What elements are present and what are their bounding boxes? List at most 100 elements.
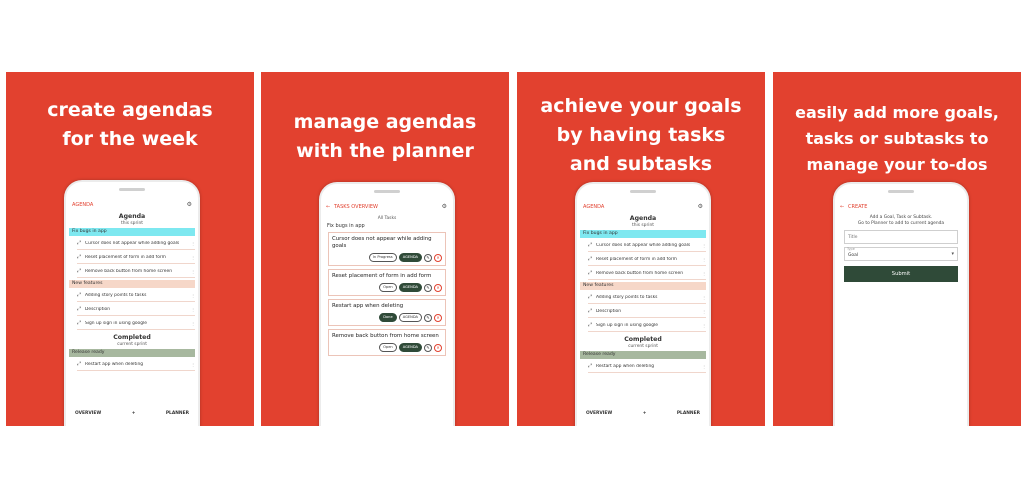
section-header[interactable]: Fix bugs in app — [580, 230, 706, 238]
group-label: Fix bugs in app — [327, 223, 365, 229]
task-card[interactable]: Reset placement of form in add form Open… — [328, 269, 446, 296]
agenda-title: Agenda — [629, 215, 657, 222]
type-value: Goal — [848, 253, 858, 258]
status-pill[interactable]: Done — [379, 313, 397, 322]
task-row[interactable]: ⤢ Reset placement of form in add form ⋮ — [77, 251, 195, 264]
drag-handle-icon[interactable]: ⋮ — [185, 321, 195, 326]
drag-handle-icon[interactable]: ⋮ — [185, 255, 195, 260]
task-row[interactable]: ⤢ Remove back button from home screen ⋮ — [588, 267, 706, 280]
nav-overview[interactable]: OVERVIEW — [75, 411, 101, 416]
drag-handle-icon[interactable]: ⋮ — [696, 364, 706, 369]
task-card[interactable]: Restart app when deleting Done AGENDA ✎ … — [328, 299, 446, 326]
screen-title: AGENDA — [72, 202, 94, 208]
task-row[interactable]: ⤢ Cursor does not appear while adding goa… — [77, 237, 195, 250]
section-header[interactable]: Release ready — [580, 351, 706, 359]
task-row[interactable]: ⤢ Remove back button from home screen ⋮ — [77, 265, 195, 278]
expand-icon[interactable]: ⤢ — [77, 268, 85, 274]
task-row[interactable]: ⤢ Description ⋮ — [588, 305, 706, 318]
section-header[interactable]: Release ready — [69, 349, 195, 357]
settings-icon[interactable]: ⚙ — [442, 203, 447, 210]
drag-handle-icon[interactable]: ⋮ — [185, 362, 195, 367]
task-row[interactable]: ⤢ Adding story points to tasks ⋮ — [588, 291, 706, 304]
drag-handle-icon[interactable]: ⋮ — [696, 243, 706, 248]
status-pill[interactable]: Open — [379, 343, 397, 352]
drag-handle-icon[interactable]: ⋮ — [696, 271, 706, 276]
edit-icon[interactable]: ✎ — [424, 253, 432, 262]
delete-icon[interactable]: ✕ — [434, 313, 442, 322]
drag-handle-icon[interactable]: ⋮ — [185, 293, 195, 298]
screen-title: AGENDA — [583, 204, 605, 210]
drag-handle-icon[interactable]: ⋮ — [185, 269, 195, 274]
expand-icon[interactable]: ⤢ — [588, 308, 596, 314]
drag-handle-icon[interactable]: ⋮ — [696, 323, 706, 328]
settings-icon[interactable]: ⚙ — [187, 201, 192, 208]
edit-icon[interactable]: ✎ — [424, 313, 432, 322]
delete-icon[interactable]: ✕ — [434, 283, 442, 292]
type-select[interactable]: Type Goal ▾ — [844, 247, 958, 261]
expand-icon[interactable]: ⤢ — [77, 240, 85, 246]
expand-icon[interactable]: ⤢ — [588, 256, 596, 262]
agenda-button[interactable]: AGENDA — [398, 283, 422, 292]
back-icon[interactable]: ← — [326, 204, 330, 210]
delete-icon[interactable]: ✕ — [434, 343, 442, 352]
headline-line: easily add more goals, — [795, 103, 999, 122]
nav-planner[interactable]: PLANNER — [166, 411, 189, 416]
drag-handle-icon[interactable]: ⋮ — [185, 307, 195, 312]
settings-icon[interactable]: ⚙ — [698, 203, 703, 210]
task-label: Sign up sign in using google — [596, 322, 658, 328]
drag-handle-icon[interactable]: ⋮ — [696, 295, 706, 300]
topbar: AGENDA ⚙ — [580, 200, 706, 214]
nav-add-button[interactable]: + — [132, 411, 136, 416]
agenda-button[interactable]: AGENDA — [398, 253, 422, 262]
task-row[interactable]: ⤢ Description ⋮ — [77, 303, 195, 316]
task-label: Description — [596, 308, 622, 314]
task-row[interactable]: ⤢ Reset placement of form in add form ⋮ — [588, 253, 706, 266]
expand-icon[interactable]: ⤢ — [588, 270, 596, 276]
headline-line: by having tasks — [556, 124, 726, 146]
tasks-overview-screen: TASKS OVERVIEW ← ⚙ All Tasks Fix bugs in… — [324, 200, 450, 426]
section-header[interactable]: New features — [580, 282, 706, 290]
expand-icon[interactable]: ⤢ — [588, 242, 596, 248]
expand-icon[interactable]: ⤢ — [77, 306, 85, 312]
drag-handle-icon[interactable]: ⋮ — [185, 241, 195, 246]
nav-overview[interactable]: OVERVIEW — [586, 411, 612, 416]
title-input[interactable]: Title — [844, 230, 958, 244]
status-pill[interactable]: Open — [379, 283, 397, 292]
headline-line: and subtasks — [569, 153, 713, 175]
headline-line: manage agendas — [293, 111, 477, 133]
expand-icon[interactable]: ⤢ — [588, 363, 596, 369]
section-header[interactable]: Fix bugs in app — [69, 228, 195, 236]
expand-icon[interactable]: ⤢ — [588, 294, 596, 300]
drag-handle-icon[interactable]: ⋮ — [696, 257, 706, 262]
chevron-down-icon[interactable]: ▾ — [951, 251, 954, 257]
task-row[interactable]: ⤢ Restart app when deleting ⋮ — [588, 360, 706, 373]
agenda-button[interactable]: AGENDA — [398, 313, 422, 322]
task-row[interactable]: ⤢ Sign up sign in using google ⋮ — [77, 317, 195, 330]
task-row[interactable]: ⤢ Sign up sign in using google ⋮ — [588, 319, 706, 332]
expand-icon[interactable]: ⤢ — [588, 322, 596, 328]
edit-icon[interactable]: ✎ — [424, 283, 432, 292]
back-icon[interactable]: ← — [840, 204, 844, 210]
expand-icon[interactable]: ⤢ — [77, 361, 85, 367]
nav-planner[interactable]: PLANNER — [677, 411, 700, 416]
task-row[interactable]: ⤢ Adding story points to tasks ⋮ — [77, 289, 195, 302]
delete-icon[interactable]: ✕ — [434, 253, 442, 262]
agenda-subtitle: this sprint — [631, 223, 654, 228]
task-card[interactable]: Cursor does not appear while adding goal… — [328, 232, 446, 266]
task-card-actions: Done AGENDA ✎ ✕ — [332, 313, 442, 322]
nav-add-button[interactable]: + — [643, 411, 647, 416]
expand-icon[interactable]: ⤢ — [77, 320, 85, 326]
section-header[interactable]: New features — [69, 280, 195, 288]
task-card[interactable]: Remove back button from home screen Open… — [328, 329, 446, 356]
drag-handle-icon[interactable]: ⋮ — [696, 309, 706, 314]
expand-icon[interactable]: ⤢ — [77, 292, 85, 298]
edit-icon[interactable]: ✎ — [424, 343, 432, 352]
panel-headline: achieve your goals by having tasks and s… — [517, 92, 765, 179]
filter-label[interactable]: All Tasks — [324, 216, 450, 221]
status-pill[interactable]: In Progress — [368, 253, 397, 262]
submit-button[interactable]: Submit — [844, 266, 958, 282]
expand-icon[interactable]: ⤢ — [77, 254, 85, 260]
task-row[interactable]: ⤢ Cursor does not appear while adding goa… — [588, 239, 706, 252]
agenda-button[interactable]: AGENDA — [398, 343, 422, 352]
task-row[interactable]: ⤢ Restart app when deleting ⋮ — [77, 358, 195, 371]
